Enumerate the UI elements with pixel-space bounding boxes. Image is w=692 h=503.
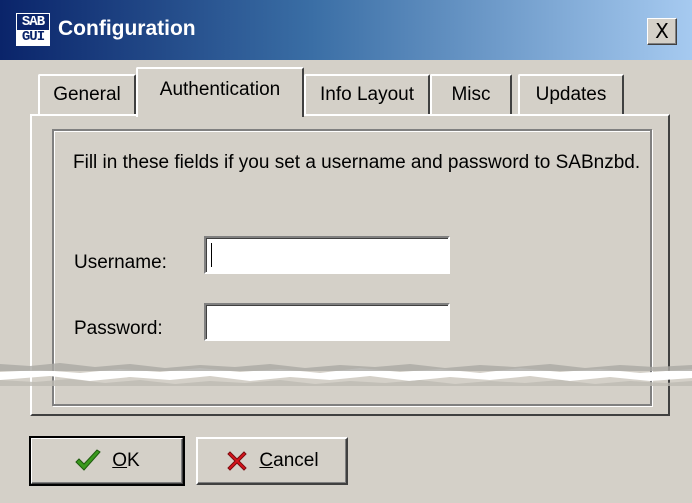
text-caret bbox=[211, 243, 212, 267]
ok-mnemonic: O bbox=[112, 450, 128, 471]
tab-info-layout[interactable]: Info Layout bbox=[304, 74, 430, 114]
cancel-mnemonic: C bbox=[259, 450, 274, 471]
tab-label: Authentication bbox=[159, 79, 281, 100]
cancel-label: Cancel bbox=[259, 450, 318, 472]
tab-misc[interactable]: Misc bbox=[430, 74, 512, 114]
tab-label: Info Layout bbox=[319, 84, 415, 105]
close-icon: X bbox=[655, 19, 669, 43]
auth-info-text: Fill in these fields if you set a userna… bbox=[73, 152, 641, 173]
tab-authentication[interactable]: Authentication bbox=[136, 67, 304, 117]
logo-text-top: SAB bbox=[17, 14, 49, 30]
password-field[interactable] bbox=[204, 303, 450, 341]
tab-label: Updates bbox=[535, 84, 607, 105]
ok-button[interactable]: OK bbox=[29, 436, 185, 486]
close-button[interactable]: X bbox=[647, 18, 677, 45]
check-icon bbox=[74, 449, 102, 473]
window-title: Configuration bbox=[58, 17, 196, 40]
cancel-button[interactable]: Cancel bbox=[196, 437, 348, 485]
username-label: Username: bbox=[74, 252, 167, 273]
title-bar[interactable]: SAB GUI Configuration X bbox=[0, 0, 692, 60]
tab-label: General bbox=[53, 84, 121, 105]
sabgui-logo-icon: SAB GUI bbox=[16, 13, 50, 46]
ok-label-rest: K bbox=[127, 450, 140, 471]
ok-label: OK bbox=[112, 450, 139, 472]
username-field[interactable] bbox=[204, 236, 450, 274]
logo-text-bottom: GUI bbox=[17, 30, 49, 45]
torn-edge-overlay bbox=[0, 363, 692, 386]
tab-general[interactable]: General bbox=[38, 74, 136, 114]
tab-updates[interactable]: Updates bbox=[518, 74, 624, 114]
tab-label: Misc bbox=[451, 84, 491, 105]
cancel-label-rest: ancel bbox=[273, 450, 319, 471]
password-label: Password: bbox=[74, 318, 163, 339]
x-mark-icon bbox=[225, 449, 249, 473]
